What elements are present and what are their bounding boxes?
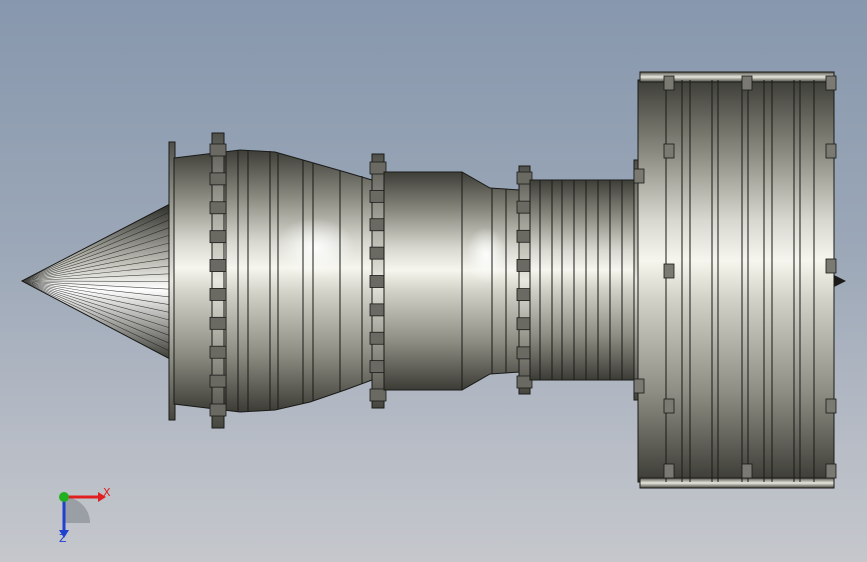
bolt-lug [209,345,227,359]
housing-lug [825,398,837,414]
z-axis-label: Z [59,532,67,545]
x-axis-label: X [103,486,111,499]
housing-lug [663,463,675,479]
housing-lug [825,258,837,274]
rear-compressor-section [529,179,635,381]
bolt-lug [209,201,227,215]
bolt-lug [209,403,227,417]
housing-lug [633,168,645,184]
housing-lug [741,463,753,479]
y-axis-dot [59,492,69,502]
fan-housing [633,71,846,489]
bolt-lug [209,316,227,330]
coordinate-triad: X Z [59,486,111,545]
housing-lug [663,398,675,414]
housing-lug [825,463,837,479]
nose-cone [20,202,173,361]
bolt-lug [209,230,227,244]
housing-lug [825,143,837,159]
3d-model-viewport[interactable]: X Z [0,0,867,562]
housing-lug [663,263,675,279]
bolt-lug [209,288,227,301]
housing-lug [741,75,753,91]
bolt-lug [209,172,227,186]
middle-casing [383,171,521,391]
bolt-lug [209,374,227,388]
bolt-lug [369,388,387,402]
housing-lug [825,75,837,91]
bolted-ring-1 [209,132,227,429]
housing-lug [663,143,675,159]
engine-model[interactable]: X Z [0,0,867,562]
bolt-lug [209,143,227,157]
housing-lug [663,75,675,91]
front-compressor-section [173,149,373,413]
bolt-lug [209,259,227,272]
housing-lug [633,378,645,394]
